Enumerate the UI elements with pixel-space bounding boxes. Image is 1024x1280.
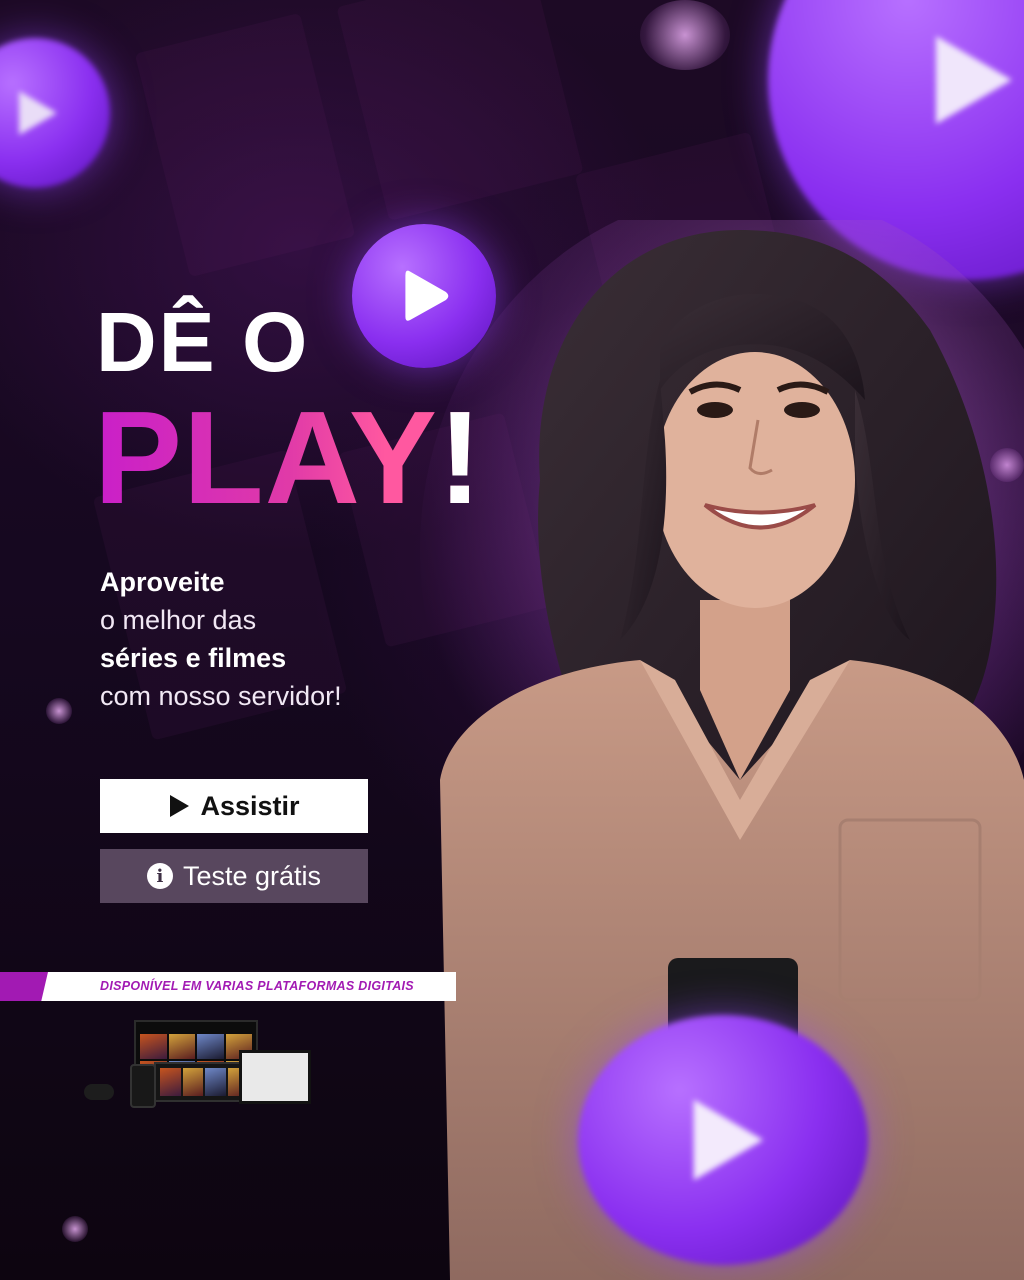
- ribbon-accent: [0, 972, 48, 1001]
- watch-button[interactable]: Assistir: [100, 779, 368, 833]
- sparkle: [640, 0, 730, 70]
- play-icon: [19, 91, 57, 135]
- description-line: Aproveite: [100, 567, 225, 597]
- description-line: com nosso servidor!: [100, 681, 342, 711]
- play-icon: [170, 795, 190, 817]
- description-line: séries e filmes: [100, 643, 287, 673]
- description-line: o melhor das: [100, 605, 257, 635]
- promo-description: Aproveite o melhor das séries e filmes c…: [100, 563, 342, 715]
- devices-mockup: [84, 1018, 314, 1110]
- promo-banner: DÊ O PLAY! Aproveite o melhor das séries…: [0, 0, 1024, 1280]
- headline-line-2: PLAY!: [94, 392, 483, 524]
- play-bubble-bottom: [578, 1015, 868, 1265]
- free-trial-button-label: Teste grátis: [182, 860, 322, 891]
- headline-line-1: DÊ O: [96, 295, 310, 389]
- free-trial-button[interactable]: i Teste grátis: [100, 849, 368, 903]
- headline-play-word: PLAY: [94, 384, 438, 531]
- background-poster: [336, 0, 584, 221]
- tablet-mockup: [239, 1050, 311, 1104]
- watch-button-label: Assistir: [200, 790, 300, 821]
- play-icon: [936, 36, 1012, 124]
- headline-exclamation: !: [437, 384, 483, 531]
- gamepad-icon: [84, 1084, 114, 1100]
- play-icon: [693, 1099, 764, 1181]
- background-poster: [134, 12, 356, 278]
- platforms-ribbon-text: DISPONÍVEL EM VARIAS PLATAFORMAS DIGITAI…: [100, 979, 414, 993]
- sparkle: [46, 698, 72, 724]
- sparkle: [62, 1216, 88, 1242]
- play-bubble-top-left: [0, 38, 110, 188]
- platforms-ribbon: DISPONÍVEL EM VARIAS PLATAFORMAS DIGITAI…: [0, 972, 456, 1001]
- info-icon: i: [146, 863, 173, 889]
- phone-mockup: [130, 1064, 156, 1108]
